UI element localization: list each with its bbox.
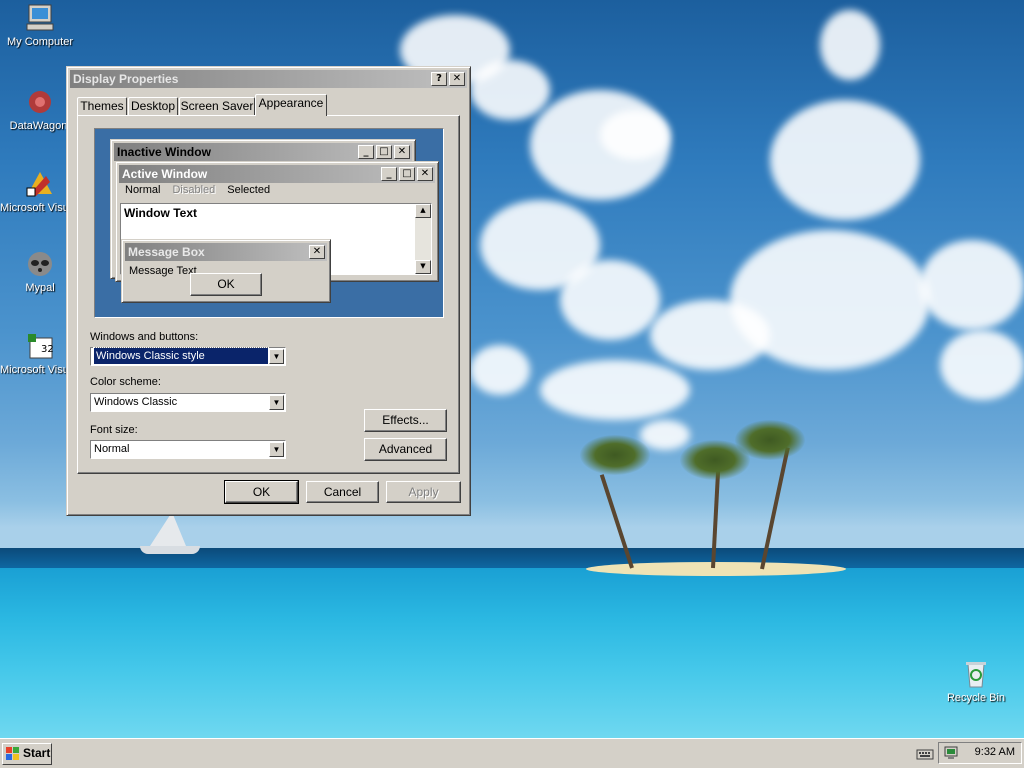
desktop-icon-my-computer[interactable]: My Computer: [0, 2, 80, 48]
preview-menu-normal: Normal: [125, 184, 161, 196]
maximize-icon: □: [399, 167, 415, 181]
dialog-titlebar[interactable]: Display Properties ? ✕: [70, 70, 467, 88]
svg-text:32: 32: [41, 344, 54, 355]
chevron-down-icon[interactable]: ▼: [269, 442, 284, 457]
cancel-button[interactable]: Cancel: [306, 481, 379, 503]
keyboard-icon[interactable]: [916, 747, 934, 764]
visual-cpp-icon: [24, 168, 56, 200]
sea: [0, 568, 1024, 738]
font-size-label: Font size:: [90, 424, 138, 436]
start-button[interactable]: Start: [2, 743, 52, 765]
close-icon: ✕: [309, 245, 325, 259]
close-button[interactable]: ✕: [449, 72, 465, 86]
visual-basic-icon: 32: [24, 330, 56, 362]
computer-icon: [24, 2, 56, 34]
effects-button[interactable]: Effects...: [364, 409, 447, 432]
datawagon-icon: [24, 86, 56, 118]
recycle-bin-icon: [960, 658, 992, 690]
preview-active-title: Active Window: [122, 167, 208, 181]
maximize-icon: □: [376, 145, 392, 159]
minimize-icon: _: [381, 167, 397, 181]
tab-appearance[interactable]: Appearance: [255, 94, 327, 116]
system-tray: 9:32 AM: [938, 742, 1022, 764]
windows-buttons-label: Windows and buttons:: [90, 331, 199, 343]
dialog-title: Display Properties: [73, 72, 179, 86]
taskbar: Start 9:32 AM: [0, 738, 1024, 768]
sailboat: [150, 512, 186, 546]
close-icon: ✕: [394, 145, 410, 159]
windows-logo-icon: [6, 747, 20, 766]
preview-message-box: Message Box ✕ Message Text OK: [121, 239, 331, 303]
preview-msgbox-text: Message Text: [129, 265, 197, 277]
preview-scrollbar: ▲ ▼: [415, 204, 431, 274]
color-scheme-select[interactable]: Windows Classic ▼: [90, 393, 286, 412]
windows-buttons-select[interactable]: Windows Classic style ▼: [90, 347, 286, 366]
tab-desktop[interactable]: Desktop: [128, 97, 178, 115]
preview-msgbox-ok: OK: [190, 273, 262, 296]
preview-msgbox-title: Message Box: [128, 245, 205, 259]
clock[interactable]: 9:32 AM: [975, 746, 1015, 758]
scroll-down-icon: ▼: [415, 260, 431, 274]
preview-menu: Normal Disabled Selected: [125, 184, 270, 196]
chevron-down-icon[interactable]: ▼: [269, 349, 284, 364]
help-button[interactable]: ?: [431, 72, 447, 86]
preview-inactive-title: Inactive Window: [117, 145, 211, 159]
preview-window-text: Window Text: [124, 206, 197, 220]
display-settings-icon[interactable]: [943, 745, 959, 764]
minimize-icon: _: [358, 145, 374, 159]
scroll-up-icon: ▲: [415, 204, 431, 218]
ok-button[interactable]: OK: [224, 480, 299, 504]
close-icon: ✕: [417, 167, 433, 181]
chevron-down-icon[interactable]: ▼: [269, 395, 284, 410]
preview-menu-disabled: Disabled: [172, 184, 216, 196]
desktop-icon-recycle-bin[interactable]: Recycle Bin: [936, 658, 1016, 704]
tab-themes[interactable]: Themes: [77, 97, 127, 115]
tab-screen-saver[interactable]: Screen Saver: [179, 97, 255, 115]
apply-button[interactable]: Apply: [386, 481, 461, 503]
island: [586, 562, 846, 576]
raccoon-icon: [24, 248, 56, 280]
advanced-button[interactable]: Advanced: [364, 438, 447, 461]
color-scheme-label: Color scheme:: [90, 376, 161, 388]
font-size-select[interactable]: Normal ▼: [90, 440, 286, 459]
start-label: Start: [23, 746, 51, 760]
preview-menu-selected: Selected: [227, 184, 271, 196]
